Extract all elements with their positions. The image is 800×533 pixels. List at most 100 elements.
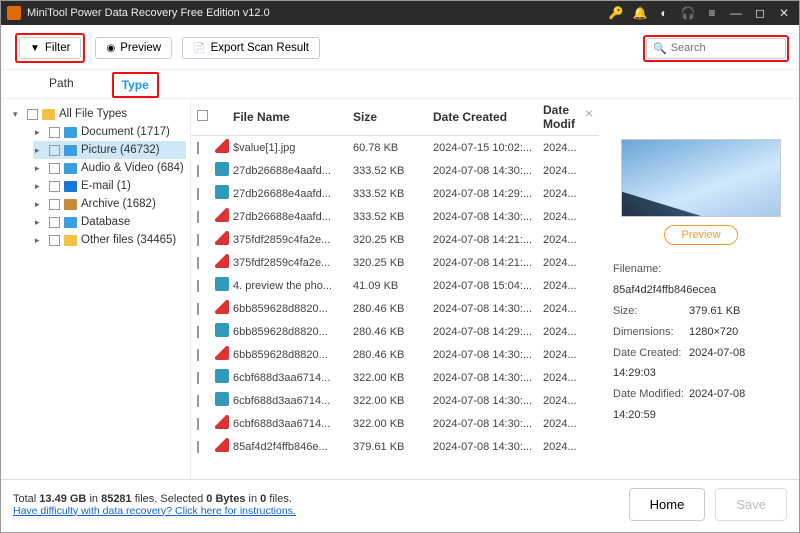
table-row[interactable]: 27db26688e4aafd...333.52 KB2024-07-08 14… <box>191 159 599 182</box>
row-checkbox[interactable] <box>197 142 199 154</box>
search-input[interactable] <box>671 42 771 54</box>
tree-root[interactable]: ▾ All File Types <box>11 105 186 123</box>
search-highlight: 🔍 <box>643 35 789 62</box>
menu-icon[interactable]: ≡ <box>703 6 721 20</box>
close-panel-icon[interactable]: × <box>585 105 593 121</box>
table-row[interactable]: 27db26688e4aafd...333.52 KB2024-07-08 14… <box>191 205 599 228</box>
table-row[interactable]: 6bb859628d8820...280.46 KB2024-07-08 14:… <box>191 297 599 320</box>
tree-item[interactable]: ▸Picture (46732) <box>33 141 186 159</box>
chevron-down-icon[interactable]: ▾ <box>13 109 23 120</box>
cell-date-modified: 2024... <box>543 372 593 384</box>
headset-icon[interactable]: 🎧 <box>679 6 697 20</box>
row-checkbox[interactable] <box>197 303 199 315</box>
tree-item[interactable]: ▸Archive (1682) <box>33 195 186 213</box>
table-row[interactable]: $value[1].jpg60.78 KB2024-07-15 10:02:..… <box>191 136 599 159</box>
tree-children: ▸Document (1717)▸Picture (46732)▸Audio &… <box>11 123 186 249</box>
cell-size: 322.00 KB <box>353 395 433 407</box>
checkbox[interactable] <box>49 181 60 192</box>
header-date-created[interactable]: Date Created <box>433 110 543 124</box>
row-checkbox[interactable] <box>197 441 199 453</box>
checkbox[interactable] <box>49 217 60 228</box>
tree-item[interactable]: ▸Other files (34465) <box>33 231 186 249</box>
row-checkbox[interactable] <box>197 395 199 407</box>
bell-icon[interactable]: 🔔 <box>631 6 649 20</box>
chevron-right-icon[interactable]: ▸ <box>35 145 45 156</box>
table-row[interactable]: 375fdf2859c4fa2e...320.25 KB2024-07-08 1… <box>191 228 599 251</box>
meta-label: Size: <box>613 301 689 322</box>
tab-type[interactable]: Type <box>114 74 157 96</box>
chevron-right-icon[interactable]: ▸ <box>35 127 45 138</box>
help-link[interactable]: Have difficulty with data recovery? Clic… <box>13 505 296 517</box>
checkbox[interactable] <box>49 145 60 156</box>
row-checkbox[interactable] <box>197 257 199 269</box>
row-checkbox[interactable] <box>197 234 199 246</box>
table-row[interactable]: 85af4d2f4ffb846e...379.61 KB2024-07-08 1… <box>191 435 599 458</box>
table-row[interactable]: 375fdf2859c4fa2e...320.25 KB2024-07-08 1… <box>191 251 599 274</box>
export-button[interactable]: 📄 Export Scan Result <box>182 37 320 59</box>
export-label: Export Scan Result <box>211 42 309 54</box>
key-icon[interactable]: 🔑 <box>607 6 625 20</box>
minimize-icon[interactable]: — <box>727 6 745 20</box>
meta-row: Date Created:2024-07-08 14:29:03 <box>613 343 789 385</box>
checkbox[interactable] <box>49 127 60 138</box>
cell-date-created: 2024-07-08 14:30:... <box>433 211 543 223</box>
header-size[interactable]: Size <box>353 110 433 124</box>
cell-size: 322.00 KB <box>353 418 433 430</box>
row-checkbox[interactable] <box>197 280 199 292</box>
cell-size: 322.00 KB <box>353 372 433 384</box>
table-row[interactable]: 6bb859628d8820...280.46 KB2024-07-08 14:… <box>191 343 599 366</box>
row-checkbox[interactable] <box>197 372 199 384</box>
row-checkbox[interactable] <box>197 326 199 338</box>
files-area: × File Name Size Date Created Date Modif… <box>191 99 799 479</box>
cell-date-modified: 2024... <box>543 234 593 246</box>
table-row[interactable]: 27db26688e4aafd...333.52 KB2024-07-08 14… <box>191 182 599 205</box>
chevron-right-icon[interactable]: ▸ <box>35 181 45 192</box>
table-row[interactable]: 6bb859628d8820...280.46 KB2024-07-08 14:… <box>191 320 599 343</box>
tree-item[interactable]: ▸Database <box>33 213 186 231</box>
row-checkbox[interactable] <box>197 418 199 430</box>
cell-name: $value[1].jpg <box>233 142 353 154</box>
row-checkbox[interactable] <box>197 211 199 223</box>
preview-button[interactable]: ◉ Preview <box>95 37 172 59</box>
maximize-icon[interactable]: ◻ <box>751 6 769 20</box>
search-input-wrap[interactable]: 🔍 <box>646 38 786 59</box>
tree-item[interactable]: ▸Document (1717) <box>33 123 186 141</box>
home-button[interactable]: Home <box>629 488 706 521</box>
checkbox[interactable] <box>49 163 60 174</box>
cell-date-created: 2024-07-08 14:30:... <box>433 165 543 177</box>
chevron-right-icon[interactable]: ▸ <box>35 199 45 210</box>
cell-size: 280.46 KB <box>353 349 433 361</box>
tree-item[interactable]: ▸E-mail (1) <box>33 177 186 195</box>
cell-date-created: 2024-07-08 14:30:... <box>433 349 543 361</box>
table-row[interactable]: 6cbf688d3aa6714...322.00 KB2024-07-08 14… <box>191 389 599 412</box>
close-icon[interactable]: ✕ <box>775 6 793 20</box>
chevron-right-icon[interactable]: ▸ <box>35 163 45 174</box>
cell-date-created: 2024-07-08 14:30:... <box>433 418 543 430</box>
cell-date-created: 2024-07-15 10:02:... <box>433 142 543 154</box>
save-button[interactable]: Save <box>715 488 787 521</box>
table-row[interactable]: 6cbf688d3aa6714...322.00 KB2024-07-08 14… <box>191 412 599 435</box>
header-checkbox[interactable] <box>197 110 208 121</box>
globe-icon[interactable]: ◐ <box>655 6 673 20</box>
meta-label: Date Created: <box>613 343 689 364</box>
folder-icon <box>64 145 77 156</box>
checkbox[interactable] <box>49 235 60 246</box>
preview-open-button[interactable]: Preview <box>664 225 737 245</box>
chevron-right-icon[interactable]: ▸ <box>35 217 45 228</box>
checkbox[interactable] <box>49 199 60 210</box>
file-icon <box>215 162 229 176</box>
tab-path[interactable]: Path <box>41 72 82 98</box>
row-checkbox[interactable] <box>197 349 199 361</box>
cell-date-modified: 2024... <box>543 257 593 269</box>
table-row[interactable]: 6cbf688d3aa6714...322.00 KB2024-07-08 14… <box>191 366 599 389</box>
cell-name: 6bb859628d8820... <box>233 303 353 315</box>
table-row[interactable]: 4. preview the pho...41.09 KB2024-07-08 … <box>191 274 599 297</box>
filter-button[interactable]: ▼ Filter <box>19 37 81 59</box>
cell-date-created: 2024-07-08 14:29:... <box>433 188 543 200</box>
tree-item[interactable]: ▸Audio & Video (684) <box>33 159 186 177</box>
chevron-right-icon[interactable]: ▸ <box>35 235 45 246</box>
row-checkbox[interactable] <box>197 165 199 177</box>
checkbox[interactable] <box>27 109 38 120</box>
header-name[interactable]: File Name <box>233 110 353 124</box>
row-checkbox[interactable] <box>197 188 199 200</box>
